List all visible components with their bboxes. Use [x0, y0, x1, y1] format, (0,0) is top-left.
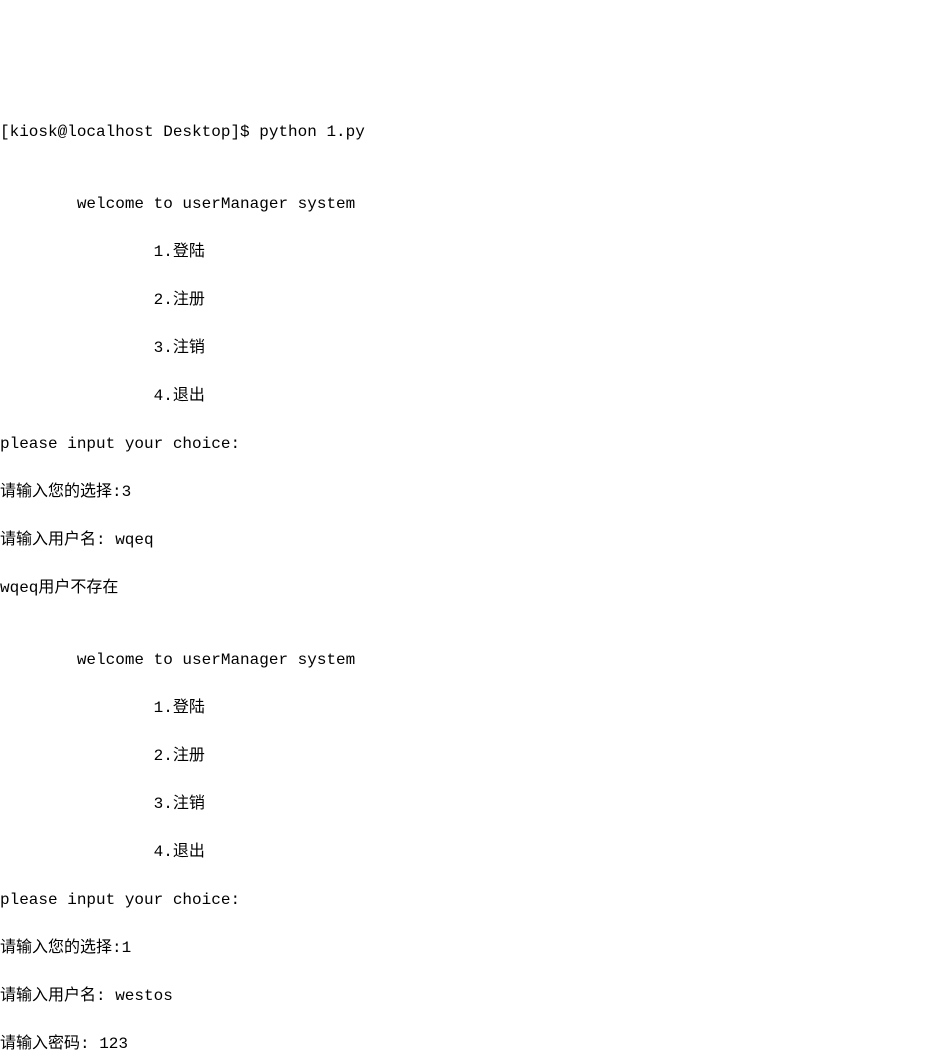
- choice-input-line: 请输入您的选择:1: [0, 936, 939, 960]
- input-prompt: please input your choice:: [0, 888, 939, 912]
- menu-option-login: 1.登陆: [0, 240, 939, 264]
- input-prompt: please input your choice:: [0, 432, 939, 456]
- menu-option-login: 1.登陆: [0, 696, 939, 720]
- terminal-output: [kiosk@localhost Desktop]$ python 1.py w…: [0, 96, 939, 1054]
- menu-option-exit: 4.退出: [0, 840, 939, 864]
- menu-option-register: 2.注册: [0, 744, 939, 768]
- menu-header: welcome to userManager system: [0, 648, 939, 672]
- shell-prompt-line: [kiosk@localhost Desktop]$ python 1.py: [0, 120, 939, 144]
- menu-option-register: 2.注册: [0, 288, 939, 312]
- menu-option-logout: 3.注销: [0, 792, 939, 816]
- result-message: wqeq用户不存在: [0, 576, 939, 600]
- username-input-line: 请输入用户名: westos: [0, 984, 939, 1008]
- choice-input-line: 请输入您的选择:3: [0, 480, 939, 504]
- password-input-line: 请输入密码: 123: [0, 1032, 939, 1054]
- username-input-line: 请输入用户名: wqeq: [0, 528, 939, 552]
- menu-header: welcome to userManager system: [0, 192, 939, 216]
- menu-option-exit: 4.退出: [0, 384, 939, 408]
- menu-option-logout: 3.注销: [0, 336, 939, 360]
